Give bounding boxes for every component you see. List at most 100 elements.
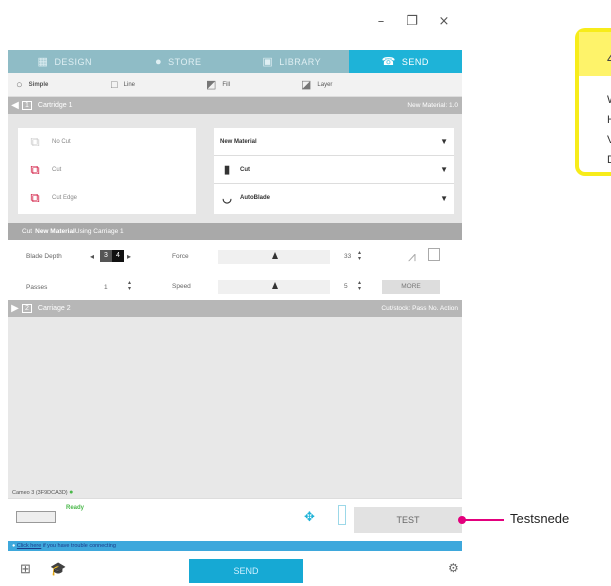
passes-speed-row: Passes 1 ▴ ▾ Speed 5 ▴ ▾ MORE bbox=[8, 274, 462, 300]
gear-icon[interactable]: ⚙ bbox=[448, 561, 459, 575]
mode-layer[interactable]: ◪ Layer bbox=[293, 78, 388, 91]
blade-depth-increment[interactable]: ▸ bbox=[127, 252, 131, 261]
tool-value: AutoBlade bbox=[240, 195, 270, 201]
tab-design[interactable]: ▦ DESIGN bbox=[8, 50, 122, 73]
blade-depth-value-3: 3 bbox=[100, 250, 112, 262]
silhouette-studio-window: – ❐ × ▦ DESIGN ● STORE ▣ LIBRARY ☎ SEND ○ Sim… bbox=[0, 0, 462, 586]
move-arrows-icon[interactable]: ✥ bbox=[304, 509, 315, 525]
mode-line-label: Line bbox=[123, 81, 135, 88]
force-label: Force bbox=[172, 253, 189, 260]
device-bar: Ready ✥ TEST bbox=[8, 498, 462, 538]
title-bar: – ❐ × bbox=[0, 0, 462, 44]
cartridge-1-label: Cartridge 1 bbox=[37, 102, 73, 109]
autoblade-icon: ◡ bbox=[222, 192, 232, 205]
force-slider-handle[interactable] bbox=[272, 252, 278, 259]
cut-summary-suffix: Using Carriage 1 bbox=[74, 228, 124, 235]
action-value: Cut bbox=[240, 166, 250, 173]
shop-icon[interactable]: ⊞ bbox=[20, 561, 31, 577]
mode-fill[interactable]: ◩ Fill bbox=[198, 78, 293, 91]
action-select[interactable]: ▮ Cut ▼ bbox=[214, 156, 454, 184]
chevron-down-icon[interactable]: ▼ bbox=[440, 137, 448, 146]
close-button[interactable]: × bbox=[434, 12, 454, 32]
callout-line: W bbox=[607, 90, 611, 110]
ready-status: Ready bbox=[66, 505, 85, 511]
collapse-arrow-icon[interactable]: ◀ bbox=[8, 100, 22, 111]
line-style-icon[interactable]: ⩘ bbox=[408, 248, 416, 265]
tab-send-label: SEND bbox=[401, 56, 429, 67]
callout-line: D bbox=[607, 154, 611, 166]
tab-store-label: STORE bbox=[168, 56, 202, 67]
cut-option-cut[interactable]: ⧉ Cut bbox=[18, 156, 196, 184]
overcut-icon[interactable] bbox=[428, 248, 440, 261]
cut-edge-label: Cut Edge bbox=[52, 195, 78, 201]
callout-body: W H V D bbox=[579, 76, 611, 170]
cartridge-1-number: 1 bbox=[22, 101, 32, 110]
blade-depth-label: Blade Depth bbox=[26, 253, 62, 260]
callout-line: V bbox=[607, 134, 611, 146]
tab-store[interactable]: ● STORE bbox=[122, 50, 236, 73]
help-link[interactable]: Click here bbox=[17, 543, 41, 549]
blade-depth-decrement[interactable]: ◂ bbox=[90, 252, 94, 261]
mode-simple[interactable]: ○ Simple bbox=[8, 79, 103, 91]
restore-button[interactable]: ❐ bbox=[402, 12, 422, 32]
empty-panel-area bbox=[8, 317, 462, 487]
more-button[interactable]: MORE bbox=[382, 280, 440, 294]
force-stepper[interactable]: ▴ ▾ bbox=[358, 250, 361, 262]
expand-arrow-icon[interactable]: ▶ bbox=[8, 303, 22, 314]
material-select[interactable]: New Material ▼ bbox=[214, 128, 454, 156]
cut-summary: Cut New Material Using Carriage 1 bbox=[8, 223, 462, 240]
speed-label: Speed bbox=[172, 283, 191, 290]
callout-line: H bbox=[607, 114, 611, 126]
tab-library-label: LIBRARY bbox=[279, 56, 322, 67]
test-button[interactable]: TEST bbox=[354, 507, 462, 533]
blade-settings: Blade Depth ◂ 3 4 ▸ Force 33 ▴ ▾ ⩘ bbox=[8, 240, 462, 274]
cutter-icon bbox=[16, 511, 56, 523]
tab-design-label: DESIGN bbox=[54, 56, 92, 67]
main-nav: ▦ DESIGN ● STORE ▣ LIBRARY ☎ SEND bbox=[8, 50, 462, 73]
blade-depth-value-4[interactable]: 4 bbox=[112, 250, 124, 262]
tutorial-icon[interactable]: 🎓 bbox=[50, 561, 66, 577]
mat-icon[interactable] bbox=[338, 505, 346, 525]
cut-option-no-cut[interactable]: ⧉ No Cut bbox=[18, 128, 196, 156]
material-settings: New Material ▼ ▮ Cut ▼ ◡ AutoBlade ▼ bbox=[214, 128, 454, 214]
bottom-bar: ⊞ 🎓 SEND ⚙ bbox=[8, 551, 462, 586]
tab-library[interactable]: ▣ LIBRARY bbox=[235, 50, 349, 73]
minimize-button[interactable]: – bbox=[371, 12, 391, 32]
speed-stepper[interactable]: ▴ ▾ bbox=[358, 280, 361, 292]
force-value: 33 bbox=[344, 253, 352, 260]
material-value: New Material bbox=[220, 138, 257, 145]
chevron-down-icon[interactable]: ▼ bbox=[440, 194, 448, 203]
cartridge-2-header[interactable]: ▶ 2 Carriage 2 Cut/stock: Pass No. Actio… bbox=[8, 300, 462, 317]
layer-icon: ◪ bbox=[301, 79, 312, 91]
library-icon: ▣ bbox=[262, 56, 274, 68]
speed-value: 5 bbox=[344, 283, 348, 290]
mode-line[interactable]: □ Line bbox=[103, 79, 198, 91]
passes-stepper[interactable]: ▴ ▾ bbox=[128, 280, 131, 292]
speed-slider-handle[interactable] bbox=[272, 282, 278, 289]
store-icon: ● bbox=[155, 55, 163, 68]
mode-bar: ○ Simple □ Line ◩ Fill ◪ Layer bbox=[8, 73, 462, 97]
send-icon: ☎ bbox=[381, 56, 396, 68]
cut-edge-icon: ⧉ bbox=[30, 190, 40, 205]
cut-option-cut-edge[interactable]: ⧉ Cut Edge bbox=[18, 184, 196, 212]
help-text: if you have trouble connecting bbox=[41, 543, 116, 549]
fill-icon: ◩ bbox=[206, 79, 217, 91]
simple-radio-icon: ○ bbox=[16, 78, 23, 91]
send-button[interactable]: SEND bbox=[189, 559, 303, 583]
no-cut-icon: ⧉ bbox=[30, 134, 40, 149]
callout-heading: 4 bbox=[579, 32, 611, 76]
device-name: Cameo 3 (3F9DCA3D) bbox=[12, 490, 68, 496]
mode-fill-label: Fill bbox=[222, 81, 231, 88]
cartridge-2-label: Carriage 2 bbox=[37, 305, 71, 312]
chevron-down-icon[interactable]: ▼ bbox=[440, 165, 448, 174]
device-status: Cameo 3 (3F9DCA3D) ● bbox=[8, 487, 462, 498]
cartridge-1-header[interactable]: ◀ 1 Cartridge 1 New Material: 1.0 bbox=[8, 97, 462, 114]
tab-send[interactable]: ☎ SEND bbox=[348, 50, 462, 73]
speed-slider[interactable] bbox=[218, 280, 330, 294]
tool-select[interactable]: ◡ AutoBlade ▼ bbox=[214, 184, 454, 212]
callout-box: 4 W H V D bbox=[575, 28, 611, 176]
passes-value: 1 bbox=[104, 284, 108, 291]
force-slider[interactable] bbox=[218, 250, 330, 264]
cut-style-list: ⧉ No Cut ⧉ Cut ⧉ Cut Edge bbox=[18, 128, 196, 214]
cut-label: Cut bbox=[52, 167, 62, 173]
